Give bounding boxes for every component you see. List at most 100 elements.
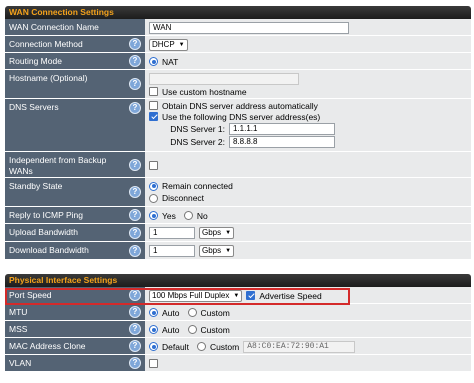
wan-name-input[interactable] bbox=[149, 21, 349, 34]
dns-server-2-input[interactable] bbox=[229, 135, 335, 148]
custom-hostname-checkbox[interactable] bbox=[149, 87, 158, 96]
standby-disconnect-label: Disconnect bbox=[162, 193, 205, 203]
value-cell: DHCP ▼ bbox=[145, 36, 471, 52]
label-cell: Hostname (Optional)? bbox=[5, 70, 145, 98]
value-cell bbox=[145, 152, 471, 177]
hostname-input[interactable] bbox=[149, 72, 299, 85]
help-icon[interactable]: ? bbox=[129, 226, 141, 239]
mss-custom-label: Custom bbox=[200, 324, 230, 335]
download-bandwidth-label: Download Bandwidth bbox=[9, 245, 89, 255]
hostname-label: Hostname (Optional) bbox=[9, 73, 88, 83]
help-icon[interactable]: ? bbox=[129, 158, 141, 171]
value-cell: Auto Custom bbox=[145, 304, 471, 320]
standby-connected-label: Remain connected bbox=[162, 181, 233, 191]
label-cell: Reply to ICMP Ping? bbox=[5, 207, 145, 223]
connection-method-value: DHCP bbox=[152, 39, 175, 49]
row-icmp-ping: Reply to ICMP Ping? Yes No bbox=[5, 207, 471, 224]
connection-method-select[interactable]: DHCP ▼ bbox=[149, 38, 188, 51]
dns-server-1-input[interactable] bbox=[229, 122, 335, 135]
label-cell: Routing Mode? bbox=[5, 53, 145, 69]
help-icon[interactable]: ? bbox=[129, 289, 141, 301]
dns-servers-label: DNS Servers bbox=[9, 102, 59, 112]
standby-state-label: Standby State bbox=[9, 181, 63, 191]
value-cell: Remain connected Disconnect bbox=[145, 178, 471, 206]
chevron-down-icon: ▼ bbox=[225, 247, 232, 254]
label-cell: MTU? bbox=[5, 304, 145, 320]
icmp-no-radio[interactable] bbox=[183, 211, 193, 220]
standby-disconnect-radio[interactable] bbox=[149, 193, 158, 203]
help-icon[interactable]: ? bbox=[129, 357, 141, 369]
help-icon[interactable]: ? bbox=[129, 209, 141, 221]
vlan-checkbox[interactable] bbox=[149, 359, 158, 368]
chevron-down-icon: ▼ bbox=[225, 229, 232, 236]
upload-unit-select[interactable]: Gbps ▼ bbox=[199, 226, 235, 239]
help-icon[interactable]: ? bbox=[129, 244, 141, 257]
port-speed-select[interactable]: 100 Mbps Full Duplex ▼ bbox=[149, 289, 243, 302]
advertise-speed-checkbox[interactable] bbox=[246, 291, 256, 300]
independent-backup-checkbox[interactable] bbox=[149, 160, 158, 170]
value-cell: Obtain DNS server address automatically … bbox=[145, 99, 471, 151]
independent-backup-label: Independent from Backup WANs bbox=[9, 155, 107, 176]
help-icon[interactable]: ? bbox=[129, 55, 141, 67]
mac-clone-label: MAC Address Clone bbox=[9, 341, 86, 351]
dns-auto-label: Obtain DNS server address automatically bbox=[162, 100, 318, 111]
icmp-yes-label: Yes bbox=[162, 210, 176, 221]
dns-server-2-label: DNS Server 2: bbox=[170, 136, 225, 147]
help-icon[interactable]: ? bbox=[129, 340, 141, 352]
port-speed-value: 100 Mbps Full Duplex bbox=[152, 290, 230, 300]
dns-auto-checkbox[interactable] bbox=[149, 101, 158, 110]
mac-default-label: Default bbox=[162, 341, 189, 352]
routing-nat-radio[interactable] bbox=[149, 57, 158, 66]
row-mss: MSS? Auto Custom bbox=[5, 321, 471, 338]
mss-auto-radio[interactable] bbox=[149, 325, 158, 334]
icmp-ping-label: Reply to ICMP Ping bbox=[9, 210, 84, 220]
help-icon[interactable]: ? bbox=[129, 102, 141, 114]
row-mtu: MTU? Auto Custom bbox=[5, 304, 471, 321]
download-bandwidth-input[interactable] bbox=[149, 244, 195, 257]
download-unit-value: Gbps bbox=[202, 245, 222, 255]
physical-settings-header: Physical Interface Settings bbox=[5, 274, 471, 287]
mtu-custom-radio[interactable] bbox=[187, 308, 197, 317]
label-cell: Standby State? bbox=[5, 178, 145, 206]
custom-hostname-label: Use custom hostname bbox=[162, 86, 247, 97]
standby-connected-radio[interactable] bbox=[149, 181, 158, 191]
dns-manual-checkbox[interactable] bbox=[149, 112, 158, 121]
connection-method-label: Connection Method bbox=[9, 39, 83, 49]
mtu-auto-radio[interactable] bbox=[149, 308, 158, 317]
label-cell: WAN Connection Name bbox=[5, 19, 145, 35]
upload-bandwidth-input[interactable] bbox=[149, 226, 195, 239]
label-cell: DNS Servers? bbox=[5, 99, 145, 151]
dns-server-1-label: DNS Server 1: bbox=[170, 123, 225, 134]
vlan-label: VLAN bbox=[9, 358, 32, 368]
value-cell: Yes No bbox=[145, 207, 471, 223]
help-icon[interactable]: ? bbox=[129, 186, 141, 198]
mac-default-radio[interactable] bbox=[149, 342, 158, 351]
mac-custom-radio[interactable] bbox=[196, 342, 206, 351]
download-unit-select[interactable]: Gbps ▼ bbox=[199, 244, 235, 257]
row-download-bandwidth: Download Bandwidth? Gbps▼ bbox=[5, 242, 471, 260]
value-cell: 100 Mbps Full Duplex ▼ Advertise Speed bbox=[145, 287, 471, 303]
value-cell: NAT bbox=[145, 53, 471, 69]
dns-manual-label: Use the following DNS server address(es) bbox=[162, 111, 321, 122]
mac-address-input[interactable] bbox=[243, 340, 356, 353]
value-cell bbox=[145, 19, 471, 35]
routing-nat-label: NAT bbox=[162, 56, 179, 67]
row-wan-connection-name: WAN Connection Name bbox=[5, 19, 471, 36]
chevron-down-icon: ▼ bbox=[178, 41, 185, 48]
help-icon[interactable]: ? bbox=[129, 306, 141, 318]
help-icon[interactable]: ? bbox=[129, 78, 141, 90]
mss-custom-radio[interactable] bbox=[187, 325, 197, 334]
port-speed-label: Port Speed bbox=[9, 290, 52, 300]
upload-unit-value: Gbps bbox=[202, 227, 222, 237]
advertise-speed-label: Advertise Speed bbox=[259, 290, 322, 301]
value-cell: Gbps▼ bbox=[145, 224, 471, 241]
mss-label: MSS bbox=[9, 324, 28, 334]
row-vlan: VLAN? bbox=[5, 355, 471, 372]
icmp-yes-radio[interactable] bbox=[149, 211, 158, 220]
physical-interface-settings: Physical Interface Settings Port Speed? … bbox=[5, 274, 471, 372]
row-mac-clone: MAC Address Clone? Default Custom bbox=[5, 338, 471, 355]
mtu-label: MTU bbox=[9, 307, 28, 317]
label-cell: VLAN? bbox=[5, 355, 145, 371]
help-icon[interactable]: ? bbox=[129, 38, 141, 50]
help-icon[interactable]: ? bbox=[129, 323, 141, 335]
